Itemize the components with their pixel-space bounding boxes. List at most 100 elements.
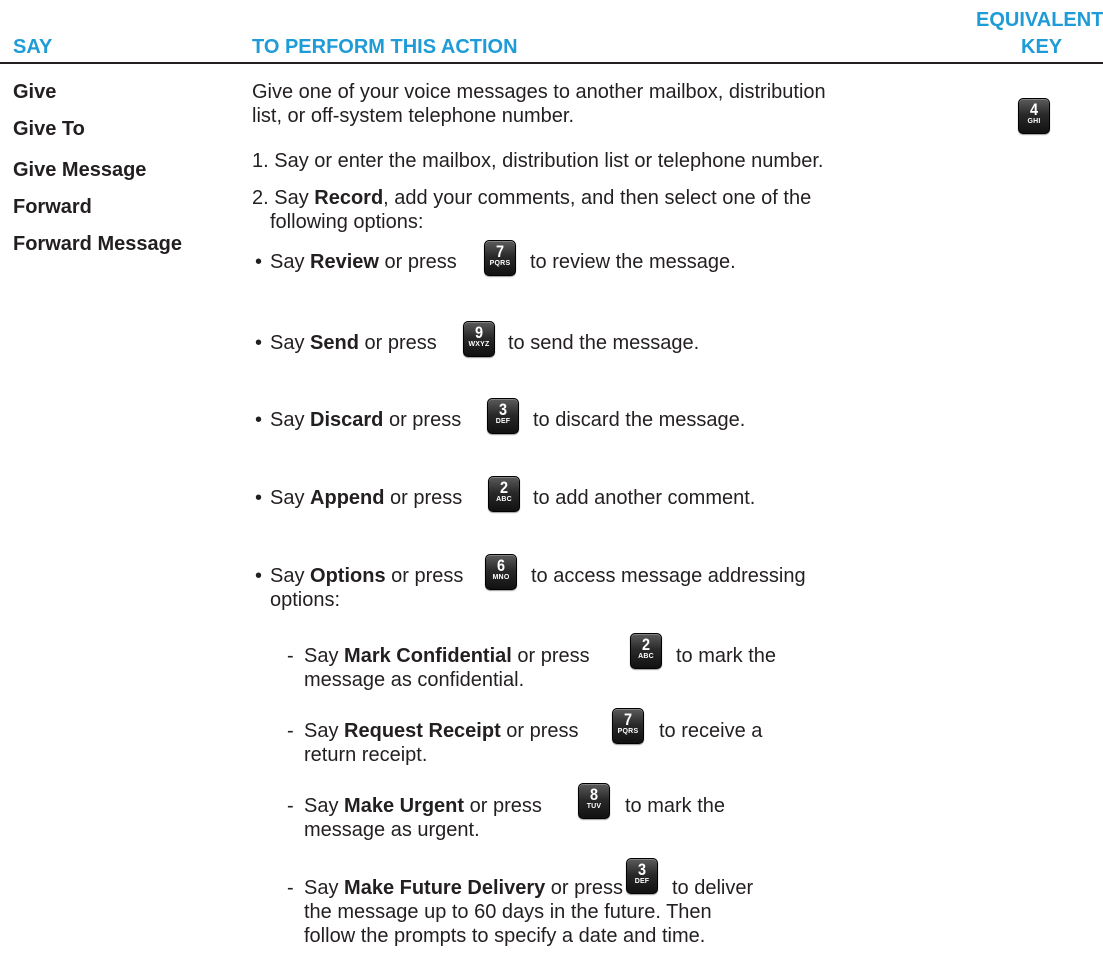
inline-text: Say xyxy=(270,409,311,431)
inline-text: Say xyxy=(270,332,311,354)
key-9-icon: 9 WXYZ xyxy=(463,321,495,357)
bullet-icon: • xyxy=(255,409,263,431)
inline-text: or press xyxy=(545,877,624,899)
header-equivalent: EQUIVALENT xyxy=(976,9,1103,31)
inline-text: or press xyxy=(378,251,457,273)
option-discard-action: to discard the message. xyxy=(533,409,746,431)
key-label: WXYZ xyxy=(468,341,490,348)
option-options: Say Options or press xyxy=(270,564,463,588)
key-label: DEF xyxy=(634,878,650,885)
step-2-cont: following options: xyxy=(270,211,424,233)
key-8-icon: 8 TUV xyxy=(578,783,610,819)
key-3-icon: 3 DEF xyxy=(487,398,519,434)
key-label: ABC xyxy=(638,653,654,660)
option-review-action: to review the message. xyxy=(530,251,736,273)
suboption-make-urgent-cont: message as urgent. xyxy=(304,819,480,841)
inline-text: Say xyxy=(270,487,311,509)
option-options-action: to access message addressing xyxy=(531,565,806,587)
dash-icon: - xyxy=(287,720,294,742)
key-label: 2 xyxy=(641,635,651,654)
inline-text: or press xyxy=(511,645,590,667)
inline-text: Say xyxy=(270,565,311,587)
dash-icon: - xyxy=(287,795,294,817)
say-command: Give xyxy=(13,81,57,103)
header-say: SAY xyxy=(13,36,53,58)
bullet-icon: • xyxy=(255,565,263,587)
inline-text: Options xyxy=(310,565,386,587)
inline-text: 2. Say xyxy=(252,187,315,209)
key-4-icon: 4 GHI xyxy=(1018,98,1050,134)
key-label: DEF xyxy=(495,418,511,425)
key-label: PQRS xyxy=(617,728,639,735)
key-2-icon: 2 ABC xyxy=(488,476,520,512)
dash-icon: - xyxy=(287,645,294,667)
suboption-future-delivery-cont: the message up to 60 days in the future.… xyxy=(304,901,712,923)
header-rule xyxy=(0,62,1103,64)
key-label: PQRS xyxy=(489,260,511,267)
key-digit: 4 xyxy=(1029,100,1039,119)
inline-text: or press xyxy=(500,720,579,742)
suboption-make-urgent-action: to mark the xyxy=(625,795,726,817)
inline-text: Say xyxy=(304,720,345,742)
header-action: TO PERFORM THIS ACTION xyxy=(252,36,518,58)
inline-text: Make Future Delivery xyxy=(344,877,546,899)
inline-text: Say xyxy=(270,251,311,273)
inline-text: Record xyxy=(314,187,384,209)
key-label: 7 xyxy=(495,242,505,261)
bullet-icon: • xyxy=(255,487,263,509)
option-options-cont: options: xyxy=(270,589,341,611)
description-line: list, or off-system telephone number. xyxy=(252,105,575,127)
inline-text: Discard xyxy=(310,409,384,431)
suboption-future-delivery: Say Make Future Delivery or press xyxy=(304,876,623,900)
inline-text: Request Receipt xyxy=(344,720,501,742)
say-command: Forward xyxy=(13,196,92,218)
key-2-icon: 2 ABC xyxy=(630,633,662,669)
key-label: MNO xyxy=(492,574,510,581)
inline-text: Append xyxy=(310,487,385,509)
inline-text: or press xyxy=(358,332,437,354)
key-label: 9 xyxy=(474,323,484,342)
header-key: KEY xyxy=(1021,36,1063,58)
suboption-future-delivery-cont: follow the prompts to specify a date and… xyxy=(304,925,706,947)
say-command: Give To xyxy=(13,118,85,140)
inline-text: Mark Confidential xyxy=(344,645,512,667)
bullet-icon: • xyxy=(255,251,263,273)
inline-text: Review xyxy=(310,251,379,273)
key-label: 3 xyxy=(498,400,508,419)
suboption-make-urgent: Say Make Urgent or press xyxy=(304,794,542,818)
say-command: Give Message xyxy=(13,159,147,181)
key-label: 8 xyxy=(589,785,599,804)
key-label: 2 xyxy=(499,478,509,497)
key-6-icon: 6 MNO xyxy=(485,554,517,590)
key-label: 6 xyxy=(496,556,506,575)
key-label: ABC xyxy=(496,496,512,503)
key-letters: GHI xyxy=(1027,118,1041,125)
inline-text: or press xyxy=(384,487,463,509)
suboption-request-receipt-action: to receive a xyxy=(659,720,763,742)
option-discard: Say Discard or press xyxy=(270,408,461,432)
key-label: TUV xyxy=(586,803,602,810)
inline-text: or press xyxy=(383,409,462,431)
key-7-icon: 7 PQRS xyxy=(484,240,516,276)
option-append: Say Append or press xyxy=(270,486,462,510)
dash-icon: - xyxy=(287,877,294,899)
say-command: Forward Message xyxy=(13,233,182,255)
inline-text: or press xyxy=(385,565,464,587)
option-review: Say Review or press xyxy=(270,250,457,274)
key-label: 7 xyxy=(623,710,633,729)
inline-text: Say xyxy=(304,877,345,899)
inline-text: Say xyxy=(304,795,345,817)
inline-text: , add your comments, and then select one… xyxy=(383,187,812,209)
option-send: Say Send or press xyxy=(270,331,437,355)
suboption-mark-confidential-cont: message as confidential. xyxy=(304,669,525,691)
bullet-icon: • xyxy=(255,332,263,354)
inline-text: Make Urgent xyxy=(344,795,465,817)
key-label: 3 xyxy=(637,860,647,879)
suboption-request-receipt-cont: return receipt. xyxy=(304,744,428,766)
key-7-icon: 7 PQRS xyxy=(612,708,644,744)
option-append-action: to add another comment. xyxy=(533,487,756,509)
suboption-future-delivery-action: to deliver xyxy=(672,877,754,899)
key-3-icon: 3 DEF xyxy=(626,858,658,894)
option-send-action: to send the message. xyxy=(508,332,700,354)
suboption-request-receipt: Say Request Receipt or press xyxy=(304,719,579,743)
